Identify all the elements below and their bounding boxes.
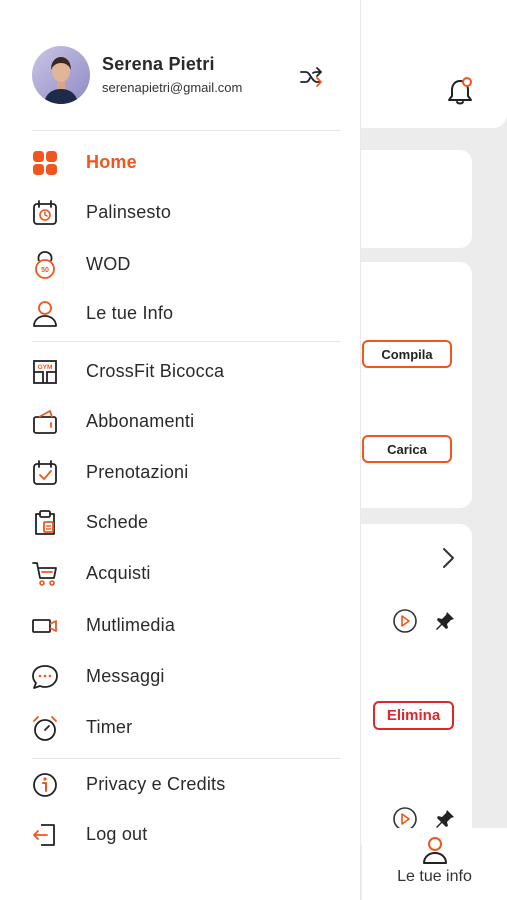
menu-item-acquisti[interactable]: Acquisti	[0, 552, 361, 596]
menu-item-abbonamenti[interactable]: Abbonamenti	[0, 400, 361, 444]
menu-item-wod[interactable]: 50 WOD	[0, 243, 361, 287]
logout-icon	[33, 824, 55, 846]
calendar-check-icon	[33, 460, 57, 485]
svg-text:50: 50	[41, 267, 49, 274]
user-name: Serena Pietri	[102, 54, 215, 74]
menu-item-label: Schede	[86, 512, 149, 532]
notification-bell-icon[interactable]	[446, 76, 474, 106]
menu-item-label: Home	[86, 152, 137, 172]
pin-icon[interactable]	[433, 609, 457, 633]
carica-button[interactable]: Carica	[362, 435, 452, 463]
menu-item-schede[interactable]: Schede	[0, 501, 361, 545]
bottom-nav-le-tue-info-label[interactable]: Le tue info	[362, 868, 507, 886]
menu-item-label: Abbonamenti	[86, 411, 195, 431]
menu-item-label: Le tue Info	[86, 303, 174, 323]
menu-item-label: Privacy e Credits	[86, 774, 226, 794]
app-screen: Compila Carica Elimina Le tue info Seren…	[0, 0, 507, 900]
divider	[32, 341, 340, 342]
avatar[interactable]	[32, 46, 90, 104]
menu-item-palinsesto[interactable]: Palinsesto	[0, 191, 361, 235]
cart-icon	[32, 562, 57, 586]
menu-item-log-out[interactable]: Log out	[0, 813, 361, 857]
kettlebell-icon: 50	[35, 251, 55, 279]
calendar-clock-icon	[33, 200, 57, 225]
wallet-icon	[33, 410, 57, 434]
play-icon[interactable]	[392, 608, 418, 634]
video-camera-icon	[32, 619, 57, 633]
menu-item-label: Palinsesto	[86, 202, 172, 222]
menu-item-prenotazioni[interactable]: Prenotazioni	[0, 451, 361, 495]
info-icon	[33, 773, 57, 797]
menu-item-label: Mutlimedia	[86, 615, 176, 635]
menu-item-crossfit-bicocca[interactable]: GYM CrossFit Bicocca	[0, 350, 361, 394]
shuffle-icon[interactable]	[298, 64, 324, 90]
menu-item-home[interactable]: Home	[0, 141, 361, 185]
chevron-right-icon[interactable]	[438, 544, 458, 572]
clipboard-icon	[35, 510, 55, 535]
menu-item-multimedia[interactable]: Mutlimedia	[0, 604, 361, 648]
user-email: serenapietri@gmail.com	[102, 80, 243, 95]
menu-item-label: Timer	[86, 717, 133, 737]
menu-item-le-tue-info[interactable]: Le tue Info	[0, 292, 361, 336]
divider	[32, 758, 340, 759]
chat-bubble-icon	[32, 665, 58, 689]
user-icon	[33, 301, 57, 327]
menu-item-label: Log out	[86, 824, 148, 844]
menu-item-label: WOD	[86, 254, 131, 274]
menu-item-label: CrossFit Bicocca	[86, 361, 225, 381]
menu-item-timer[interactable]: Timer	[0, 706, 361, 750]
menu-item-label: Messaggi	[86, 666, 165, 686]
avatar-image	[32, 46, 90, 104]
user-icon[interactable]	[421, 835, 449, 865]
navigation-drawer: Serena Pietri serenapietri@gmail.com Hom…	[0, 0, 361, 900]
elimina-button[interactable]: Elimina	[373, 701, 454, 730]
menu-item-messaggi[interactable]: Messaggi	[0, 655, 361, 699]
menu-item-label: Prenotazioni	[86, 462, 189, 482]
compila-button[interactable]: Compila	[362, 340, 452, 368]
svg-text:GYM: GYM	[38, 364, 53, 371]
gym-icon: GYM	[33, 360, 57, 384]
grid-icon	[33, 151, 57, 175]
timer-icon	[33, 716, 57, 741]
divider	[32, 130, 340, 131]
menu-item-privacy-credits[interactable]: Privacy e Credits	[0, 763, 361, 807]
menu-item-label: Acquisti	[86, 563, 151, 583]
